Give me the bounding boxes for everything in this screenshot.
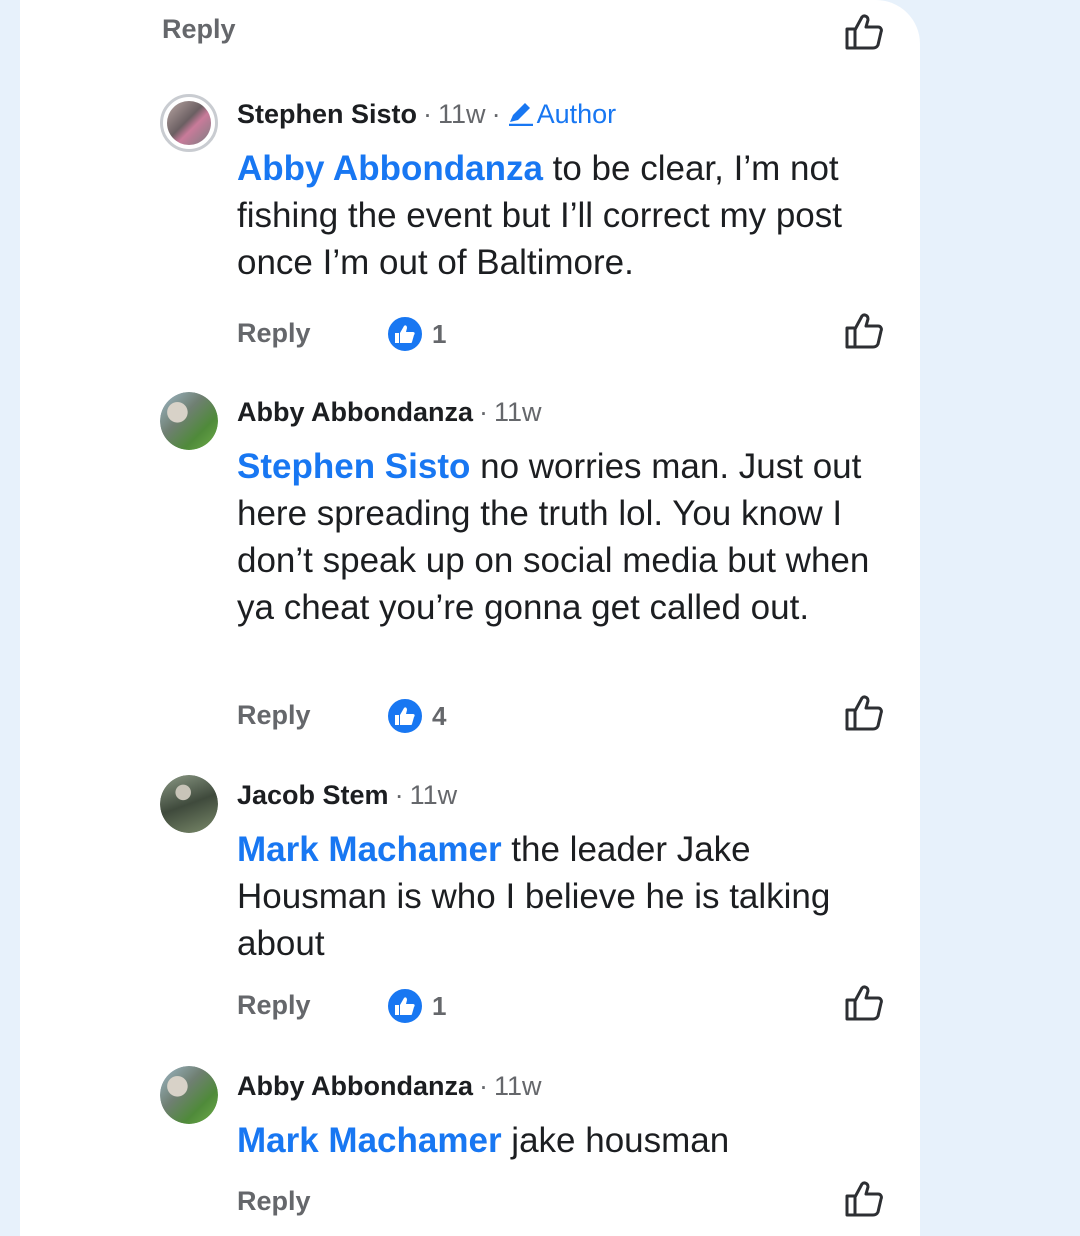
reaction-count: 1: [432, 318, 447, 349]
like-icon[interactable]: [844, 694, 884, 732]
avatar[interactable]: [160, 392, 218, 450]
avatar[interactable]: [160, 1066, 218, 1124]
comment-text: jake housman: [501, 1121, 730, 1160]
separator: ·: [423, 99, 433, 129]
comment-actions: Reply 1: [0, 984, 1080, 1028]
like-icon[interactable]: [844, 1180, 884, 1218]
reaction-summary[interactable]: 1: [386, 986, 446, 1026]
reaction-summary[interactable]: 1: [386, 314, 446, 354]
thumbs-up-reaction-icon: [386, 697, 424, 735]
reaction-summary[interactable]: 4: [386, 696, 446, 736]
badge-label: Author: [536, 99, 617, 129]
comment-header: Stephen Sisto · 11w · Author: [237, 98, 616, 130]
mention-link[interactable]: Mark Machamer: [237, 1121, 502, 1160]
comment-time[interactable]: 11w: [438, 99, 486, 129]
reply-button[interactable]: Reply: [237, 318, 311, 349]
separator: ·: [491, 99, 501, 129]
author-name[interactable]: Abby Abbondanza: [237, 1071, 473, 1101]
like-icon[interactable]: [844, 312, 884, 350]
author-name[interactable]: Stephen Sisto: [237, 99, 417, 129]
separator: ·: [479, 1071, 488, 1101]
reply-button[interactable]: Reply: [237, 700, 311, 731]
reply-button[interactable]: Reply: [162, 14, 236, 45]
comment-body: Stephen Sisto no worries man. Just out h…: [237, 443, 907, 631]
mention-link[interactable]: Mark Machamer: [237, 830, 502, 869]
comment-time[interactable]: 11w: [494, 397, 542, 427]
author-name[interactable]: Jacob Stem: [237, 780, 389, 810]
comment-actions: Reply 4: [0, 694, 1080, 738]
reaction-count: 4: [432, 700, 447, 731]
like-icon[interactable]: [844, 13, 884, 51]
comment-body: Abby Abbondanza to be clear, I’m not fis…: [237, 145, 907, 286]
comment-header: Abby Abbondanza · 11w: [237, 1070, 542, 1102]
mention-link[interactable]: Stephen Sisto: [237, 447, 470, 486]
thumbs-up-reaction-icon: [386, 987, 424, 1025]
separator: ·: [479, 397, 488, 427]
separator: ·: [394, 780, 404, 810]
comment-time[interactable]: 11w: [494, 1071, 542, 1101]
thumbs-up-reaction-icon: [386, 315, 424, 353]
avatar[interactable]: [160, 94, 218, 152]
reply-button[interactable]: Reply: [237, 990, 311, 1021]
reaction-count: 1: [432, 990, 447, 1021]
mention-link[interactable]: Abby Abbondanza: [237, 149, 543, 188]
comment-actions: Reply 1: [0, 312, 1080, 356]
author-badge: Author: [507, 99, 617, 129]
comment-time[interactable]: 11w: [410, 780, 458, 810]
comment-body: Mark Machamer jake housman: [237, 1117, 907, 1164]
author-name[interactable]: Abby Abbondanza: [237, 397, 473, 427]
comment-header: Abby Abbondanza · 11w: [237, 396, 542, 428]
comment-body: Mark Machamer the leader Jake Housman is…: [237, 826, 907, 967]
comment-actions: Reply: [0, 1180, 1080, 1224]
avatar[interactable]: [160, 775, 218, 833]
reply-button[interactable]: Reply: [237, 1186, 311, 1217]
like-icon[interactable]: [844, 984, 884, 1022]
pencil-icon: [508, 103, 533, 127]
comment-header: Jacob Stem · 11w: [237, 779, 457, 811]
